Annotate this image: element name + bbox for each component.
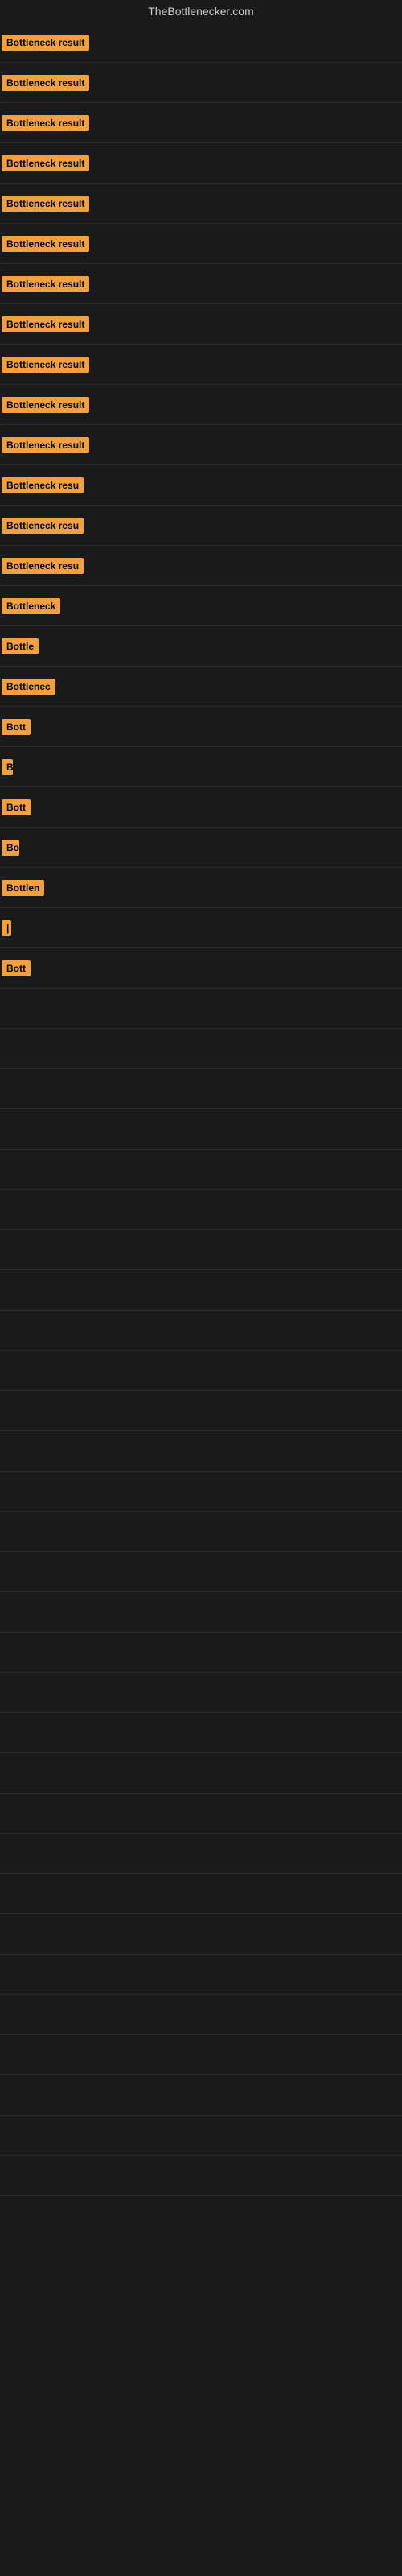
bottleneck-badge[interactable]: Bottleneck result — [2, 397, 89, 413]
bottleneck-badge[interactable]: Bottlenec — [2, 679, 55, 695]
empty-row — [0, 1472, 402, 1512]
bottleneck-badge[interactable]: Bottleneck result — [2, 155, 89, 171]
empty-row — [0, 2075, 402, 2116]
empty-row — [0, 2116, 402, 2156]
bottleneck-badge[interactable]: Bottleneck resu — [2, 518, 84, 534]
empty-row — [0, 1673, 402, 1713]
empty-row — [0, 1190, 402, 1230]
list-item: Bottleneck resu — [0, 546, 402, 586]
bottleneck-badge[interactable]: Bottle — [2, 638, 39, 654]
bottleneck-badge[interactable]: Bottleneck result — [2, 437, 89, 453]
empty-row — [0, 1592, 402, 1633]
list-item: Bottleneck result — [0, 264, 402, 304]
empty-row — [0, 1834, 402, 1874]
bottleneck-badge[interactable]: Bottleneck resu — [2, 558, 84, 574]
list-item: Bott — [0, 707, 402, 747]
list-item: B — [0, 747, 402, 787]
empty-row — [0, 1874, 402, 1914]
empty-row — [0, 1794, 402, 1834]
list-item: Bottleneck result — [0, 23, 402, 63]
empty-row — [0, 1069, 402, 1109]
list-item: Bottlenec — [0, 667, 402, 707]
list-item: Bottleneck — [0, 586, 402, 626]
empty-row — [0, 1753, 402, 1794]
bottleneck-badge[interactable]: B — [2, 759, 13, 775]
list-item: Bottleneck resu — [0, 465, 402, 506]
empty-row — [0, 2156, 402, 2196]
bottleneck-badge[interactable]: Bottleneck result — [2, 196, 89, 212]
empty-row — [0, 1109, 402, 1150]
bottleneck-badge[interactable]: Bottleneck result — [2, 35, 89, 51]
bottleneck-badge[interactable]: Bo — [2, 840, 19, 856]
bottleneck-badge[interactable]: Bottleneck result — [2, 276, 89, 292]
list-item: Bott — [0, 948, 402, 989]
empty-row — [0, 1311, 402, 1351]
list-item: Bottleneck result — [0, 143, 402, 184]
site-title: TheBottlenecker.com — [0, 0, 402, 23]
list-item: Bottle — [0, 626, 402, 667]
bottleneck-badge[interactable]: Bottleneck result — [2, 316, 89, 332]
bottleneck-badge[interactable]: Bottleneck result — [2, 75, 89, 91]
list-item: Bottleneck result — [0, 345, 402, 385]
bottleneck-badge[interactable]: Bott — [2, 960, 31, 976]
bottleneck-badge[interactable]: Bottleneck — [2, 598, 60, 614]
empty-row — [0, 1633, 402, 1673]
bottleneck-badge[interactable]: Bottleneck result — [2, 357, 89, 373]
bottleneck-badge[interactable]: Bottlen — [2, 880, 44, 896]
list-item: Bottlen — [0, 868, 402, 908]
empty-row — [0, 1995, 402, 2035]
empty-row — [0, 1029, 402, 1069]
empty-row — [0, 2035, 402, 2075]
empty-row — [0, 1391, 402, 1431]
bottleneck-badge[interactable]: Bottleneck result — [2, 115, 89, 131]
badge-list: Bottleneck result Bottleneck result Bottle… — [0, 23, 402, 2196]
list-item: Bott — [0, 787, 402, 828]
list-item: Bottleneck result — [0, 425, 402, 465]
bottleneck-badge[interactable]: | — [2, 920, 11, 936]
empty-row — [0, 1150, 402, 1190]
empty-row — [0, 1351, 402, 1391]
bottleneck-badge[interactable]: Bott — [2, 799, 31, 815]
empty-row — [0, 1955, 402, 1995]
list-item: Bo — [0, 828, 402, 868]
list-item: Bottleneck resu — [0, 506, 402, 546]
bottleneck-badge[interactable]: Bottleneck resu — [2, 477, 84, 493]
empty-row — [0, 989, 402, 1029]
list-item: | — [0, 908, 402, 948]
site-header: TheBottlenecker.com — [0, 0, 402, 23]
empty-row — [0, 1270, 402, 1311]
list-item: Bottleneck result — [0, 304, 402, 345]
list-item: Bottleneck result — [0, 103, 402, 143]
bottleneck-badge[interactable]: Bottleneck result — [2, 236, 89, 252]
empty-row — [0, 1552, 402, 1592]
bottleneck-badge[interactable]: Bott — [2, 719, 31, 735]
empty-row — [0, 1914, 402, 1955]
list-item: Bottleneck result — [0, 184, 402, 224]
empty-row — [0, 1512, 402, 1552]
empty-row — [0, 1230, 402, 1270]
empty-row — [0, 1431, 402, 1472]
list-item: Bottleneck result — [0, 224, 402, 264]
empty-row — [0, 1713, 402, 1753]
list-item: Bottleneck result — [0, 385, 402, 425]
list-item: Bottleneck result — [0, 63, 402, 103]
